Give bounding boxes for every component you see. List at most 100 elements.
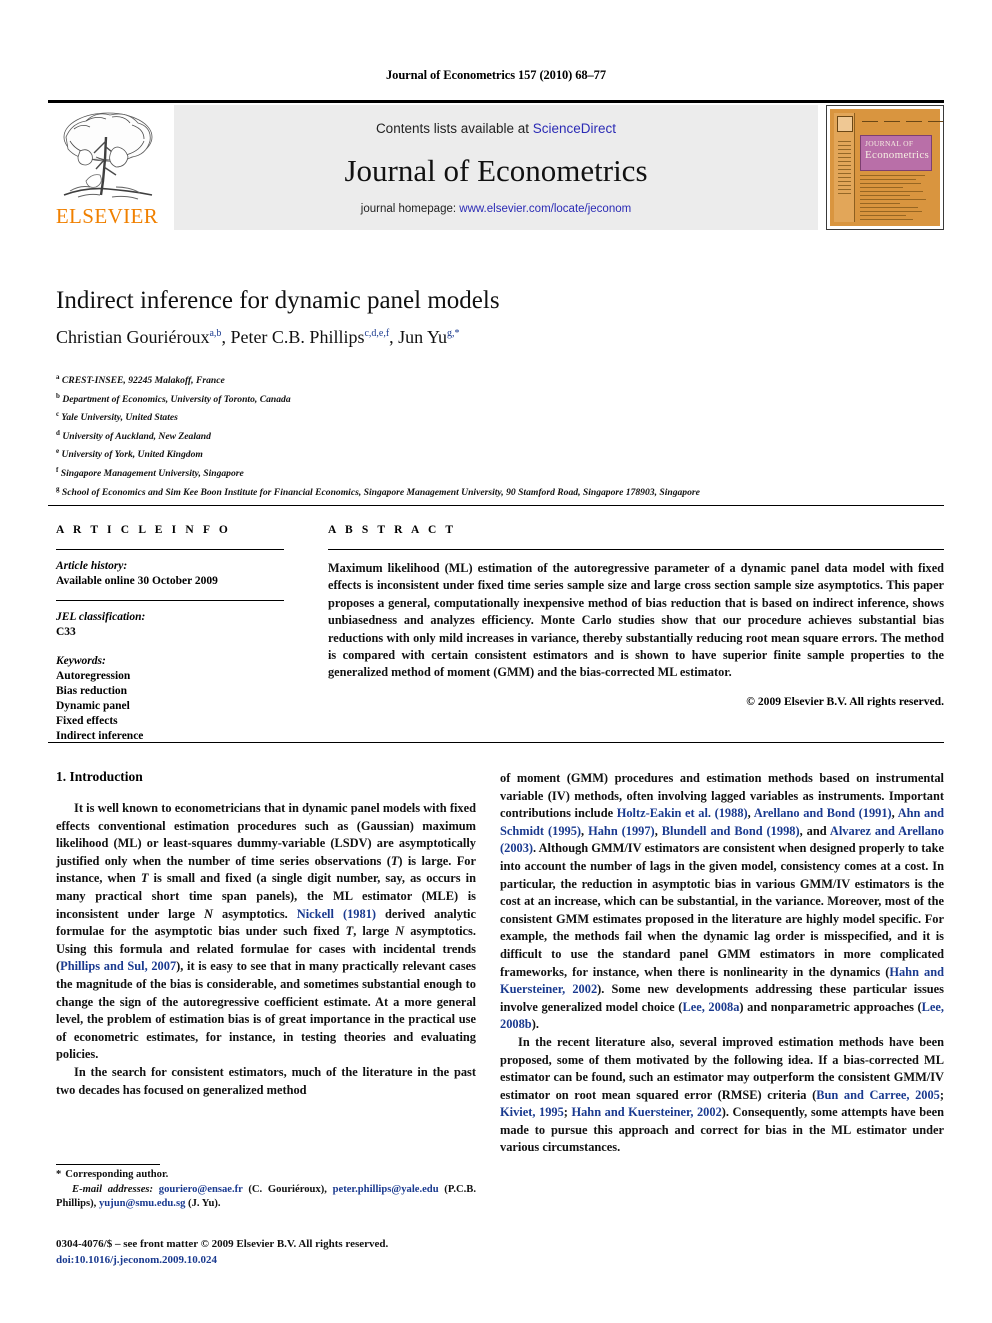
cover-title-line2: Econometrics — [865, 149, 930, 161]
author-name: Peter C.B. Phillips — [230, 327, 365, 347]
journal-banner: Contents lists available at ScienceDirec… — [174, 105, 818, 230]
author-affiliation-marks: c,d,e,f — [364, 328, 390, 339]
section-title-introduction: 1. Introduction — [56, 769, 143, 784]
citation-link[interactable]: Phillips and Sul, 2007 — [60, 959, 176, 973]
affiliation-text: Singapore Management University, Singapo… — [60, 468, 244, 480]
affiliation-mark: c — [56, 410, 60, 419]
body-column-left: It is well known to econometricians that… — [56, 800, 476, 1099]
footnote-block: * Corresponding author. E-mail addresses:… — [56, 1168, 476, 1212]
contents-available-line: Contents lists available at ScienceDirec… — [174, 121, 818, 136]
keywords-block: Keywords: Autoregression Bias reduction … — [56, 654, 284, 744]
cover-title-box: JOURNAL OF Econometrics — [860, 135, 932, 171]
cover-background: JOURNAL OF Econometrics — [830, 109, 943, 226]
email-link[interactable]: peter.phillips@yale.edu — [333, 1184, 439, 1195]
paper-page: Journal of Econometrics 157 (2010) 68–77 — [0, 0, 992, 1323]
info-bottom-rule — [48, 742, 944, 743]
text-run: , and — [799, 823, 830, 838]
divider — [328, 549, 944, 550]
sciencedirect-link[interactable]: ScienceDirect — [533, 121, 616, 136]
affiliation-text: Yale University, United States — [61, 412, 178, 424]
keyword-item: Bias reduction — [56, 685, 128, 697]
author-name: Jun Yu — [398, 327, 448, 347]
affiliation-text: School of Economics and Sim Kee Boon Ins… — [61, 486, 700, 498]
keyword-item: Autoregression — [56, 670, 131, 682]
info-top-rule — [48, 505, 944, 506]
text-run: , large — [353, 924, 396, 939]
citation-link[interactable]: Nickell (1981) — [297, 907, 376, 921]
copyright-line: © 2009 Elsevier B.V. All rights reserved… — [746, 694, 944, 708]
elsevier-logo: ELSEVIER — [48, 105, 166, 230]
footnote-star-mark: * — [56, 1169, 62, 1180]
body-column-right: of moment (GMM) procedures and estimatio… — [500, 770, 944, 1157]
article-history-label: Article history: — [56, 560, 128, 572]
citation-link[interactable]: Hahn (1997) — [588, 824, 655, 838]
running-head: Journal of Econometrics 157 (2010) 68–77 — [386, 68, 606, 82]
citation-link[interactable]: Bun and Carree, 2005 — [816, 1088, 940, 1102]
jel-classification-label: JEL classification: — [56, 611, 146, 623]
citation-link[interactable]: Blundell and Bond (1998) — [662, 824, 800, 838]
abstract-text: Maximum likelihood (ML) estimation of th… — [328, 561, 944, 680]
elsevier-wordmark: ELSEVIER — [55, 204, 159, 228]
text-run: ) and nonparametric approaches ( — [739, 999, 922, 1014]
page-footer: 0304-4076/$ – see front matter © 2009 El… — [56, 1237, 526, 1268]
footnote-rule — [56, 1164, 160, 1165]
affiliation-mark: b — [56, 391, 60, 400]
divider — [56, 549, 284, 550]
author-affiliation-marks: a,b — [209, 328, 222, 339]
author-affiliation-marks: g,* — [447, 328, 460, 339]
article-history-value: Available online 30 October 2009 — [56, 575, 218, 587]
citation-link[interactable]: Holtz-Eakin et al. (1988) — [617, 806, 748, 820]
doi-link[interactable]: doi:10.1016/j.jeconom.2009.10.024 — [56, 1253, 526, 1269]
jel-classification-value: C33 — [56, 626, 76, 638]
text-run: . Although GMM/IV estimators are consist… — [500, 841, 944, 979]
text-run: , — [654, 823, 662, 838]
citation-link[interactable]: Arellano and Bond (1991) — [754, 806, 892, 820]
text-run: In the search for consistent estimators,… — [56, 1064, 476, 1097]
text-run: (C. Gouriéroux), — [242, 1183, 333, 1195]
journal-homepage-line: journal homepage: www.elsevier.com/locat… — [174, 203, 818, 215]
divider — [56, 600, 284, 601]
text-run: asymptotics. — [212, 906, 297, 921]
masthead-top-rule — [48, 100, 944, 103]
paragraph: In the recent literature also, several i… — [500, 1034, 944, 1157]
issn-copyright-line: 0304-4076/$ – see front matter © 2009 El… — [56, 1238, 389, 1250]
cover-body-lines — [860, 175, 932, 220]
affiliation-text: Department of Economics, University of T… — [62, 393, 291, 405]
affiliation-item: e University of York, United Kingdom — [56, 444, 936, 463]
citation-link[interactable]: Hahn and Kuersteiner, 2002 — [571, 1105, 721, 1119]
elsevier-tree-icon — [63, 112, 153, 200]
contents-prefix: Contents lists available at — [375, 121, 533, 136]
affiliation-item: a CREST-INSEE, 92245 Malakoff, France — [56, 370, 936, 389]
text-run: ). — [531, 1017, 539, 1032]
cover-top-rules — [860, 117, 943, 127]
affiliation-text: University of Auckland, New Zealand — [62, 430, 211, 442]
math-var-N: N — [204, 906, 213, 921]
affiliation-text: University of York, United Kingdom — [61, 449, 203, 461]
affiliation-mark: f — [56, 465, 59, 474]
article-title: Indirect inference for dynamic panel mod… — [56, 287, 500, 314]
email-link[interactable]: gouriero@ensae.fr — [159, 1184, 243, 1195]
cover-spine-logo — [837, 116, 853, 132]
affiliation-mark: g — [56, 484, 60, 493]
journal-cover-thumbnail: JOURNAL OF Econometrics — [826, 105, 944, 230]
corresponding-author-note: * Corresponding author. — [56, 1168, 476, 1183]
email-label: E-mail addresses: — [72, 1183, 154, 1195]
cover-spine — [834, 113, 855, 222]
affiliation-mark: a — [56, 373, 60, 381]
paragraph: of moment (GMM) procedures and estimatio… — [500, 770, 944, 1034]
affiliation-item: d University of Auckland, New Zealand — [56, 426, 936, 445]
affiliation-item: f Singapore Management University, Singa… — [56, 463, 936, 482]
article-info-column: A R T I C L E I N F O Article history: A… — [56, 524, 284, 744]
author-list: Christian Gouriérouxa,b, Peter C.B. Phil… — [56, 327, 460, 347]
text-run: (J. Yu). — [185, 1198, 221, 1210]
keywords-label: Keywords: — [56, 655, 106, 667]
journal-title: Journal of Econometrics — [344, 153, 648, 188]
citation-link[interactable]: Lee, 2008a — [682, 1000, 739, 1014]
citation-link[interactable]: Kiviet, 1995 — [500, 1105, 564, 1119]
homepage-prefix: journal homepage: — [360, 203, 460, 215]
email-link[interactable]: yujun@smu.edu.sg — [99, 1198, 185, 1209]
affiliation-mark: d — [56, 428, 60, 437]
journal-homepage-link[interactable]: www.elsevier.com/locate/jeconom — [459, 203, 631, 215]
article-info-heading: A R T I C L E I N F O — [56, 524, 231, 536]
affiliation-item: b Department of Economics, University of… — [56, 389, 936, 408]
